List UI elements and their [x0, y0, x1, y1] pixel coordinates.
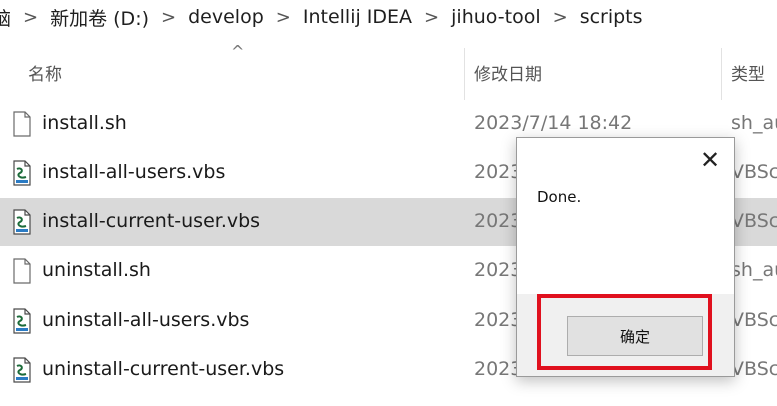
file-type: VBScr — [731, 210, 777, 232]
file-type: VBScr — [731, 358, 777, 380]
file-date: 2023/7/14 18:42 — [474, 112, 633, 134]
file-type: sh_au — [731, 259, 777, 281]
file-type: VBScr — [731, 161, 777, 183]
blank-file-icon — [13, 111, 31, 137]
file-name: install-all-users.vbs — [42, 161, 226, 183]
column-header-name[interactable]: 名称 — [28, 60, 62, 85]
message-dialog: ✕ Done. 确定 — [516, 137, 735, 377]
chevron-right-icon[interactable]: > — [276, 7, 291, 28]
column-divider[interactable] — [721, 48, 722, 100]
chevron-right-icon[interactable]: > — [23, 7, 38, 28]
breadcrumb-item-intellij[interactable]: Intellij IDEA — [303, 6, 412, 28]
file-name: install-current-user.vbs — [42, 210, 261, 232]
sort-ascending-icon: ^ — [231, 42, 245, 61]
breadcrumb-item[interactable]: 脑 — [0, 4, 11, 31]
file-type: sh_au — [731, 112, 777, 134]
column-divider[interactable] — [464, 48, 465, 100]
file-name: install.sh — [42, 112, 127, 134]
breadcrumb-item-drive[interactable]: 新加卷 (D:) — [50, 4, 149, 31]
close-icon[interactable]: ✕ — [694, 144, 726, 176]
column-header-date[interactable]: 修改日期 — [474, 60, 542, 85]
vbs-script-icon — [13, 209, 31, 235]
dialog-titlebar[interactable]: ✕ — [517, 138, 734, 182]
breadcrumb: 脑 > 新加卷 (D:) > develop > Intellij IDEA >… — [0, 0, 777, 34]
file-name: uninstall.sh — [42, 259, 151, 281]
dialog-footer: 确定 — [517, 294, 734, 376]
file-name: uninstall-current-user.vbs — [42, 358, 285, 380]
vbs-script-icon — [13, 308, 31, 334]
dialog-message: Done. — [537, 188, 582, 206]
chevron-right-icon[interactable]: > — [161, 7, 176, 28]
file-name: uninstall-all-users.vbs — [42, 309, 250, 331]
file-type: VBScr — [731, 309, 777, 331]
chevron-right-icon[interactable]: > — [424, 7, 439, 28]
breadcrumb-item-jihuo-tool[interactable]: jihuo-tool — [451, 6, 540, 28]
vbs-script-icon — [13, 357, 31, 383]
blank-file-icon — [13, 258, 31, 284]
column-header-type[interactable]: 类型 — [731, 60, 765, 85]
breadcrumb-item-develop[interactable]: develop — [188, 6, 264, 28]
breadcrumb-item-scripts[interactable]: scripts — [580, 6, 643, 28]
chevron-right-icon[interactable]: > — [553, 7, 568, 28]
ok-button[interactable]: 确定 — [567, 316, 703, 356]
vbs-script-icon — [13, 160, 31, 186]
